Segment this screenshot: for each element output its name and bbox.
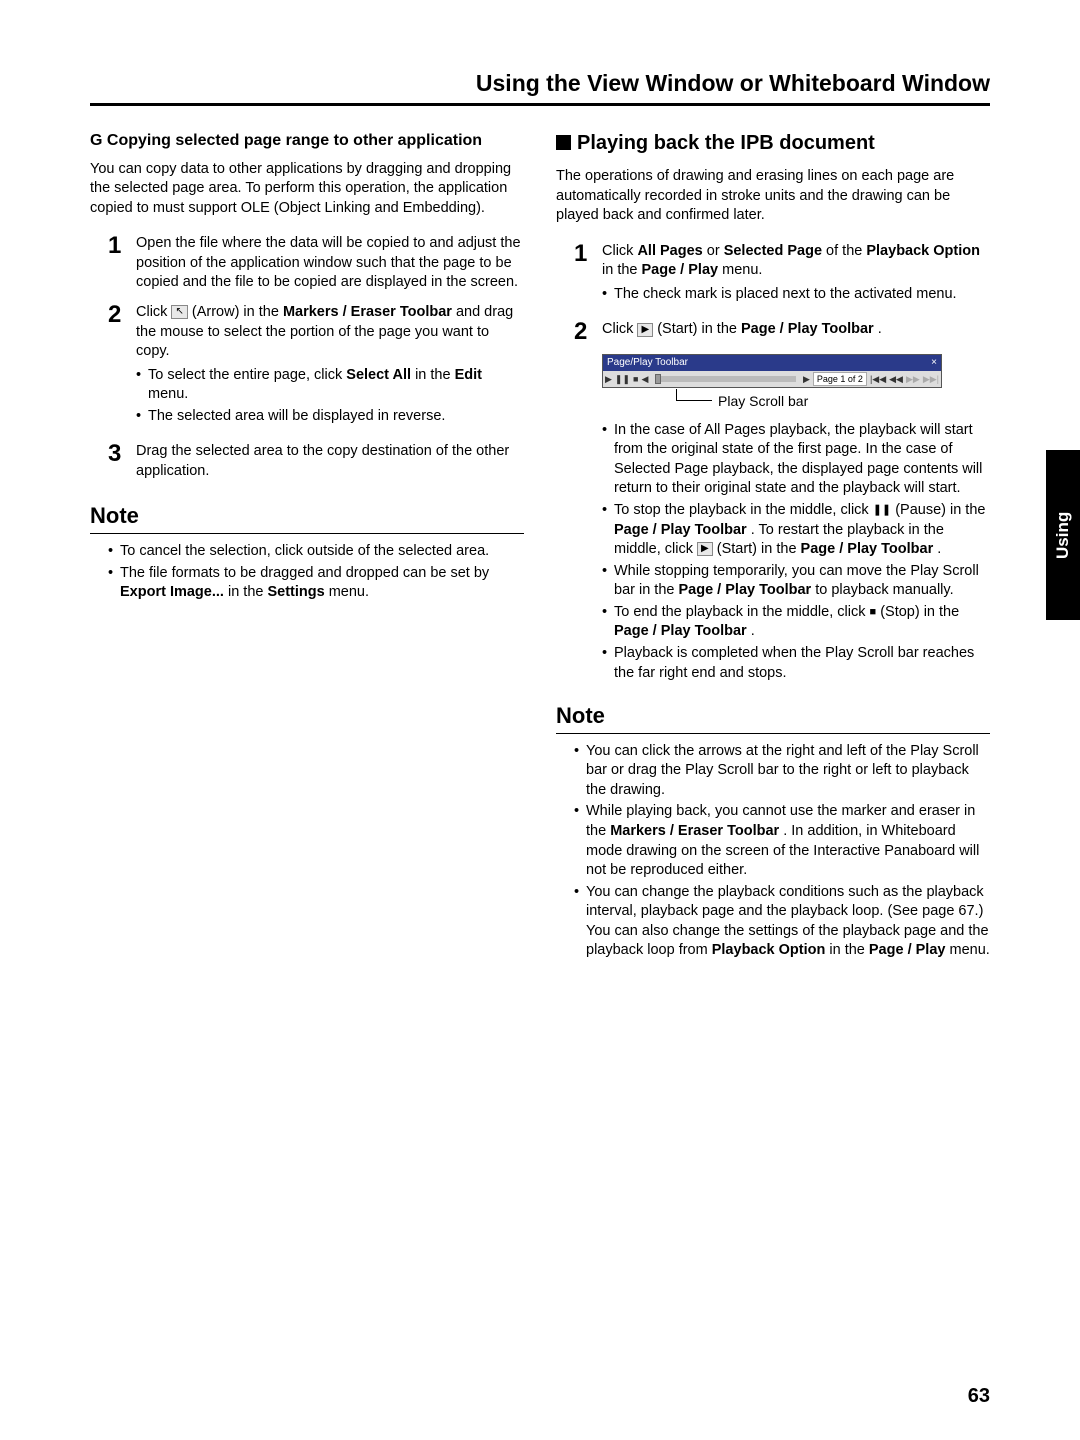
- step-number: 3: [108, 440, 136, 466]
- step-3: 3 Drag the selected area to the copy des…: [108, 440, 524, 483]
- play-start-icon: ▶: [637, 323, 653, 337]
- step-1: 1 Click All Pages or Selected Page of th…: [574, 240, 990, 313]
- document-page: Using the View Window or Whiteboard Wind…: [0, 0, 1080, 1440]
- step-2: 2 Click ▶ (Start) in the Page / Play Too…: [574, 318, 990, 344]
- play-start-icon: ▶: [697, 542, 713, 556]
- note-heading: Note: [556, 701, 990, 734]
- list-item: To cancel the selection, click outside o…: [108, 542, 524, 562]
- list-item: The file formats to be dragged and dropp…: [108, 564, 524, 603]
- step-number: 2: [108, 301, 136, 327]
- pause-icon: ❚❚: [615, 373, 630, 385]
- stop-icon: ■: [870, 605, 877, 620]
- slider-thumb: [655, 374, 661, 384]
- play-icon: ▶: [605, 373, 612, 385]
- callout: Play Scroll bar: [676, 392, 990, 411]
- sub-bullet-list: The check mark is placed next to the act…: [602, 285, 990, 305]
- subsection-heading: G Copying selected page range to other a…: [90, 130, 524, 152]
- list-item: You can change the playback conditions s…: [574, 883, 990, 961]
- page-play-toolbar-figure: Page/Play Toolbar × ▶ ❚❚ ■ ◀ ▶ Page 1 of…: [602, 354, 942, 388]
- intro-paragraph: The operations of drawing and erasing li…: [556, 167, 990, 226]
- two-column-layout: G Copying selected page range to other a…: [90, 130, 990, 969]
- step-number: 1: [574, 240, 602, 266]
- last-page-icon: ▶▶|: [923, 373, 939, 385]
- list-item: The selected area will be displayed in r…: [136, 407, 524, 427]
- list-item: In the case of All Pages playback, the p…: [602, 421, 990, 499]
- note-heading: Note: [90, 501, 524, 534]
- step-text: Open the file where the data will be cop…: [136, 234, 524, 293]
- callout-line: [676, 389, 712, 401]
- list-item: Playback is completed when the Play Scro…: [602, 644, 990, 683]
- note-list: To cancel the selection, click outside o…: [108, 542, 524, 603]
- step-text: Click All Pages or Selected Page of the …: [602, 242, 990, 281]
- close-icon: ×: [931, 356, 937, 370]
- arrow-icon: ↖: [171, 305, 187, 319]
- intro-paragraph: You can copy data to other applications …: [90, 160, 524, 219]
- step-text: Click ↖ (Arrow) in the Markers / Eraser …: [136, 303, 524, 362]
- first-page-icon: |◀◀: [870, 373, 886, 385]
- step-text: Drag the selected area to the copy desti…: [136, 442, 524, 481]
- note-list: You can click the arrows at the right an…: [574, 742, 990, 961]
- left-column: G Copying selected page range to other a…: [90, 130, 524, 969]
- step-bullet-list: In the case of All Pages playback, the p…: [602, 421, 990, 683]
- step-number: 2: [574, 318, 602, 344]
- list-item: The check mark is placed next to the act…: [602, 285, 990, 305]
- next-page-icon: ▶▶: [906, 373, 920, 385]
- step-1: 1 Open the file where the data will be c…: [108, 232, 524, 295]
- scroll-left-icon: ◀: [641, 373, 648, 385]
- toolbar-titlebar: Page/Play Toolbar ×: [603, 355, 941, 371]
- sub-bullet-list: To select the entire page, click Select …: [136, 366, 524, 427]
- section-heading: Playing back the IPB document: [556, 130, 990, 157]
- list-item: You can click the arrows at the right an…: [574, 742, 990, 801]
- list-item: To select the entire page, click Select …: [136, 366, 524, 405]
- list-item: To end the playback in the middle, click…: [602, 603, 990, 642]
- callout-label: Play Scroll bar: [718, 392, 808, 411]
- step-number: 1: [108, 232, 136, 258]
- play-scroll-bar: [655, 376, 796, 382]
- list-item: While stopping temporarily, you can move…: [602, 562, 990, 601]
- pause-icon: ❚❚: [873, 503, 891, 518]
- prev-page-icon: ◀◀: [889, 373, 903, 385]
- step-2: 2 Click ↖ (Arrow) in the Markers / Erase…: [108, 301, 524, 434]
- list-item: While playing back, you cannot use the m…: [574, 802, 990, 880]
- step-text: Click ▶ (Start) in the Page / Play Toolb…: [602, 320, 990, 340]
- page-play-toolbar: Page/Play Toolbar × ▶ ❚❚ ■ ◀ ▶ Page 1 of…: [602, 354, 942, 388]
- side-tab-using: Using: [1046, 450, 1080, 620]
- scroll-right-icon: ▶: [803, 373, 810, 385]
- toolbar-controls: ▶ ❚❚ ■ ◀ ▶ Page 1 of 2 |◀◀ ◀◀ ▶▶ ▶▶|: [603, 371, 941, 387]
- list-item: To stop the playback in the middle, clic…: [602, 501, 990, 560]
- stop-icon: ■: [633, 373, 638, 385]
- right-column: Playing back the IPB document The operat…: [556, 130, 990, 969]
- page-indicator: Page 1 of 2: [813, 372, 867, 386]
- page-number: 63: [968, 1385, 990, 1408]
- page-title: Using the View Window or Whiteboard Wind…: [90, 70, 990, 106]
